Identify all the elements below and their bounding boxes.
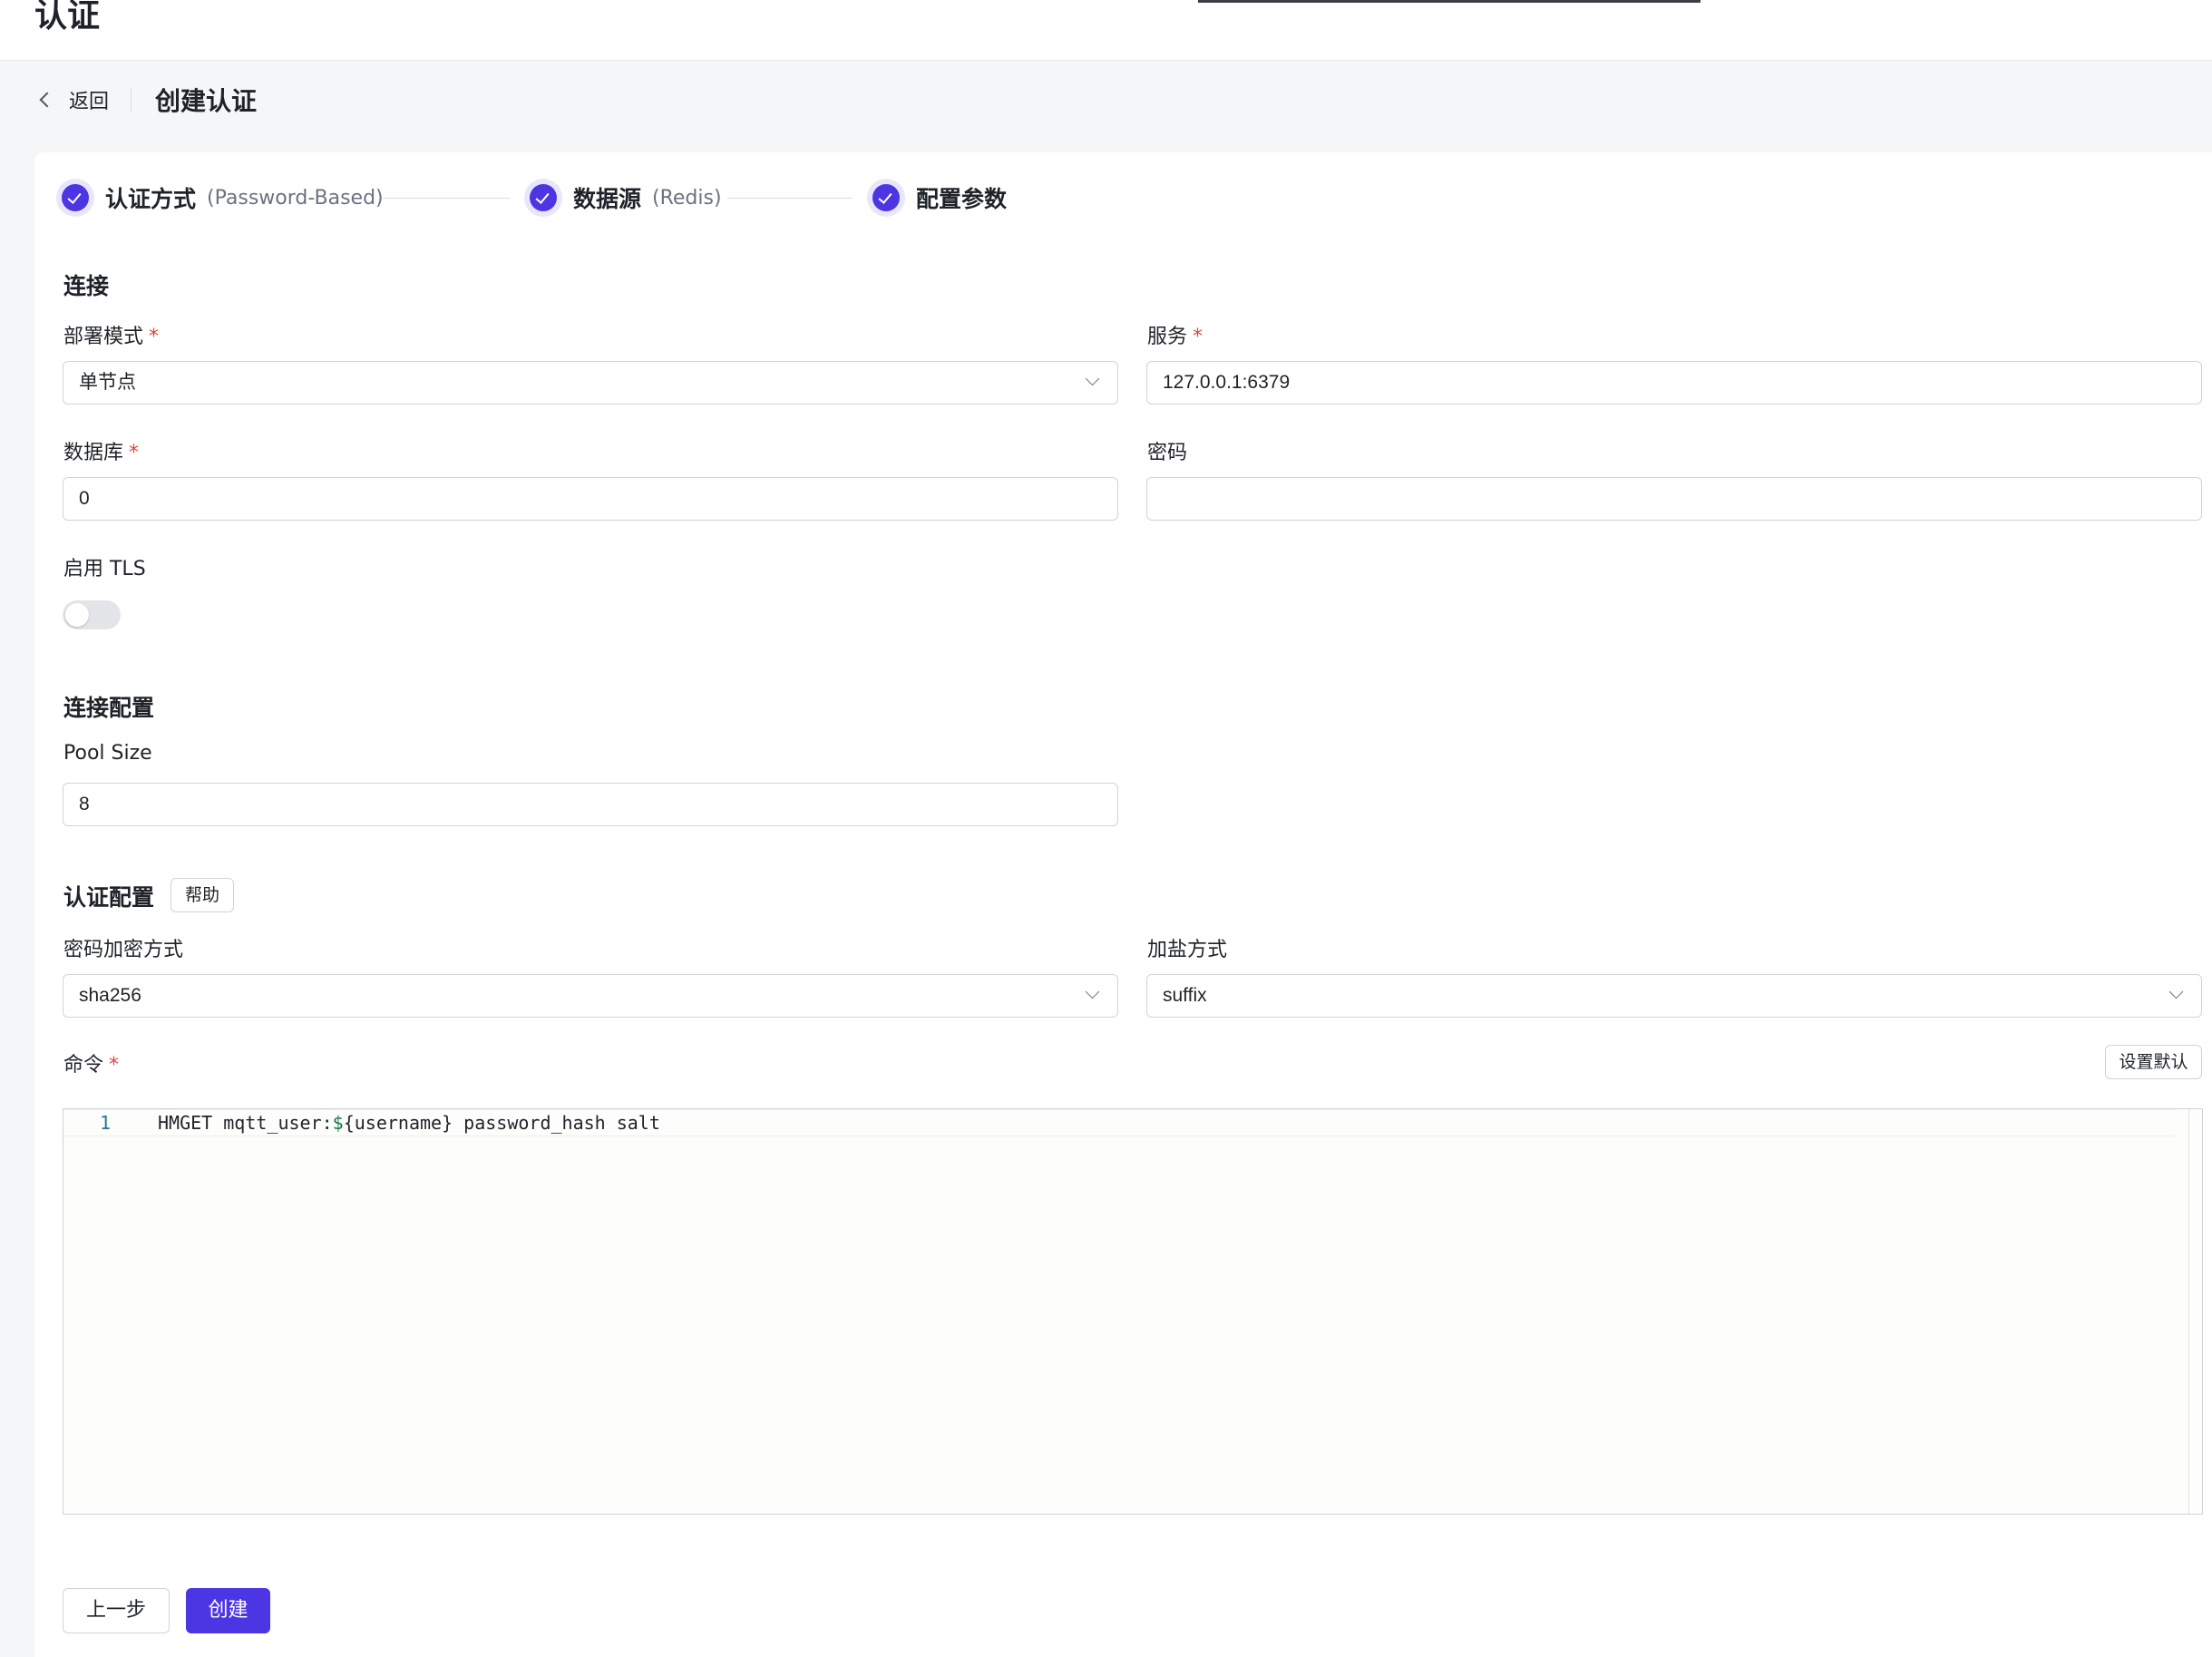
set-default-button[interactable]: 设置默认 xyxy=(2105,1045,2202,1079)
code-line[interactable]: HMGET mqtt_user:${username} password_has… xyxy=(158,1112,660,1134)
pool-size-input[interactable]: 8 xyxy=(63,783,1118,826)
breadcrumb-divider xyxy=(131,88,132,112)
pool-size-label: Pool Size xyxy=(63,742,152,765)
form-card: 认证方式 (Password-Based) 数据源 (Redis) 配置参数 连… xyxy=(34,152,2212,1657)
toggle-knob xyxy=(65,603,89,627)
section-title-connection: 连接 xyxy=(63,273,110,299)
tls-label: 启用 TLS xyxy=(63,558,146,580)
editor-current-line: 1 HMGET mqtt_user:${username} password_h… xyxy=(63,1109,2175,1136)
step-connector xyxy=(727,198,853,199)
check-circle-icon xyxy=(867,179,905,217)
password-input[interactable] xyxy=(1146,477,2202,521)
steps: 认证方式 (Password-Based) 数据源 (Redis) 配置参数 xyxy=(56,178,1145,218)
chevron-down-icon xyxy=(2168,984,2184,999)
deploy-mode-label: 部署模式 * xyxy=(63,326,160,348)
server-input[interactable]: 127.0.0.1:6379 xyxy=(1146,361,2202,405)
check-circle-icon xyxy=(56,179,94,217)
salt-position-label: 加盐方式 xyxy=(1147,939,1228,961)
step-label: 配置参数 xyxy=(916,186,1008,212)
database-label: 数据库 * xyxy=(63,442,140,464)
server-label: 服务 * xyxy=(1147,326,1203,348)
create-button[interactable]: 创建 xyxy=(186,1588,270,1633)
line-number: 1 xyxy=(100,1112,112,1134)
step-data-source: 数据源 (Redis) xyxy=(524,178,722,218)
chevron-down-icon xyxy=(1085,371,1100,386)
page-title: 认证 xyxy=(34,0,101,34)
step-sub: (Redis) xyxy=(652,186,722,210)
top-indicator-line xyxy=(1198,0,1700,3)
password-hash-label: 密码加密方式 xyxy=(63,939,184,961)
section-title-connection-config: 连接配置 xyxy=(63,695,155,721)
command-editor[interactable]: 1 HMGET mqtt_user:${username} password_h… xyxy=(63,1108,2203,1515)
step-label: 数据源 xyxy=(573,186,642,212)
step-connector xyxy=(383,198,510,199)
step-sub: (Password-Based) xyxy=(207,186,384,210)
step-auth-method: 认证方式 (Password-Based) xyxy=(56,178,384,218)
deploy-mode-select[interactable]: 单节点 xyxy=(63,361,1118,405)
section-title-auth-config: 认证配置 xyxy=(63,884,155,911)
password-hash-select[interactable]: sha256 xyxy=(63,974,1118,1018)
step-config: 配置参数 xyxy=(867,178,1007,218)
breadcrumb: 返回 创建认证 xyxy=(34,80,257,120)
database-input[interactable]: 0 xyxy=(63,477,1118,521)
tls-toggle[interactable] xyxy=(63,600,121,629)
editor-scrollbar[interactable] xyxy=(2188,1109,2198,1514)
back-link[interactable]: 返回 xyxy=(69,85,109,114)
step-label: 认证方式 xyxy=(105,186,197,212)
chevron-down-icon xyxy=(1085,984,1100,999)
check-circle-icon xyxy=(524,179,562,217)
help-button[interactable]: 帮助 xyxy=(171,878,234,912)
chevron-left-icon[interactable] xyxy=(34,89,56,111)
prev-step-button[interactable]: 上一步 xyxy=(63,1588,170,1633)
breadcrumb-title: 创建认证 xyxy=(155,86,258,116)
command-label: 命令 * xyxy=(63,1054,120,1077)
password-label: 密码 xyxy=(1147,442,1188,464)
top-bar: 认证 xyxy=(0,0,2212,61)
salt-position-select[interactable]: suffix xyxy=(1146,974,2202,1018)
